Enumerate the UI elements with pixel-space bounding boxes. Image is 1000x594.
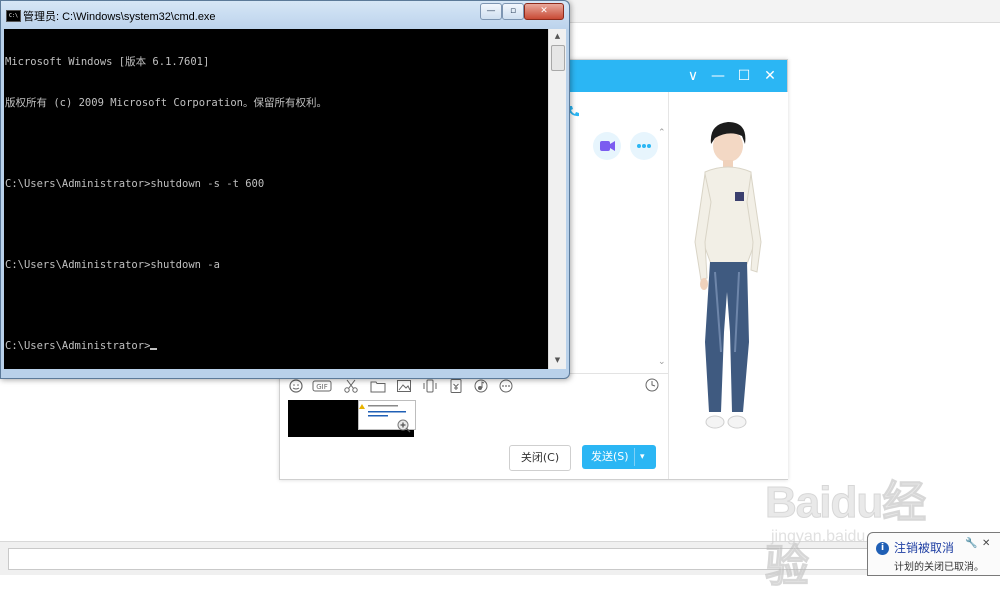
zoom-in-icon[interactable] — [396, 418, 412, 434]
image-icon[interactable] — [396, 378, 412, 394]
cmd-window: C:\ 管理员: C:\Windows\system32\cmd.exe — ▫… — [0, 0, 570, 379]
notification-title: 注销被取消 — [894, 541, 955, 555]
minimize-button[interactable]: — — [480, 3, 502, 20]
console-prompt-line[interactable]: C:\Users\Administrator> — [5, 340, 545, 354]
minimize-icon[interactable]: — — [708, 66, 728, 86]
console-line: C:\Users\Administrator>shutdown -a — [5, 258, 220, 271]
folder-icon[interactable] — [370, 378, 386, 394]
send-options-chevron-icon[interactable]: ▾ — [640, 445, 645, 469]
scroll-down-icon[interactable]: ⌄ — [658, 357, 666, 367]
send-button-divider — [634, 448, 635, 466]
ellipsis-icon — [637, 144, 651, 148]
wrench-icon[interactable]: 🔧 — [965, 538, 977, 549]
scroll-up-icon[interactable]: ▲ — [551, 30, 564, 43]
system-notification[interactable]: i 注销被取消 🔧 ✕ 计划的关闭已取消。 — [867, 532, 1000, 576]
scrollbar-thumb[interactable] — [551, 45, 565, 71]
gif-icon[interactable]: GIF — [312, 378, 332, 394]
more-icon[interactable] — [498, 378, 514, 394]
close-button[interactable]: 关闭(C) — [509, 445, 571, 471]
console-line: 版权所有 (c) 2009 Microsoft Corporation。保留所有… — [5, 96, 327, 109]
maximize-button[interactable]: ▫ — [502, 3, 524, 20]
video-call-button[interactable] — [593, 132, 621, 160]
music-icon[interactable] — [473, 378, 489, 394]
info-icon: i — [876, 542, 889, 555]
chevron-down-icon[interactable]: ∨ — [683, 66, 703, 86]
send-button-label: 发送(S) — [591, 450, 629, 463]
red-packet-icon[interactable] — [448, 378, 464, 394]
shake-icon[interactable] — [422, 378, 438, 394]
console-line: C:\Users\Administrator>shutdown -s -t 60… — [5, 177, 265, 190]
close-icon[interactable]: ✕ — [982, 538, 990, 549]
clock-icon[interactable] — [644, 377, 660, 393]
cmd-titlebar[interactable]: C:\ 管理员: C:\Windows\system32\cmd.exe — ▫… — [1, 1, 569, 29]
svg-text:GIF: GIF — [316, 383, 328, 391]
notification-body: 计划的关闭已取消。 — [894, 562, 984, 573]
vertical-scrollbar[interactable]: ▲ ▼ — [548, 29, 566, 369]
more-actions-button[interactable] — [630, 132, 658, 160]
close-icon[interactable]: ✕ — [760, 66, 780, 86]
chat-show-avatar-panel — [668, 92, 788, 479]
scroll-up-icon[interactable]: ⌃ — [658, 128, 666, 138]
send-button[interactable]: 发送(S) ▾ — [582, 445, 656, 469]
baidu-jingyan-watermark: Baidu经验 jingyan.baidu.com — [765, 466, 955, 592]
cmd-app-icon: C:\ — [6, 10, 21, 22]
console-text: Microsoft Windows [版本 6.1.7601] 版权所有 (c)… — [5, 29, 545, 380]
console-prompt: C:\Users\Administrator> — [5, 339, 151, 352]
console-line: Microsoft Windows [版本 6.1.7601] — [5, 56, 210, 68]
chat-toolbar: GIF — [286, 378, 526, 394]
emoji-icon[interactable] — [288, 378, 304, 394]
character-avatar — [694, 122, 762, 429]
cmd-window-title: 管理员: C:\Windows\system32\cmd.exe — [23, 11, 216, 23]
background-input-field[interactable] — [8, 548, 870, 570]
close-button[interactable]: ✕ — [524, 3, 564, 20]
console-output[interactable]: Microsoft Windows [版本 6.1.7601] 版权所有 (c)… — [4, 29, 548, 369]
scissors-icon[interactable] — [343, 378, 359, 394]
scroll-down-icon[interactable]: ▼ — [551, 354, 564, 367]
maximize-icon[interactable]: ☐ — [734, 66, 754, 86]
text-cursor — [150, 347, 158, 350]
video-icon — [600, 141, 615, 151]
